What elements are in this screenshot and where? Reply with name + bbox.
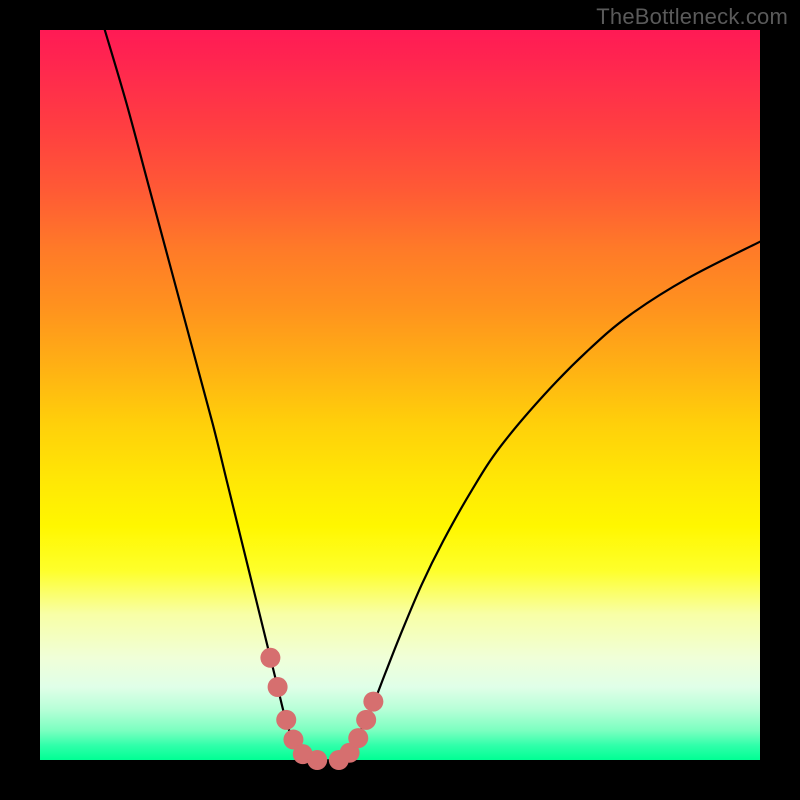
bottleneck-curve [105, 30, 760, 761]
watermark-text: TheBottleneck.com [596, 4, 788, 30]
highlight-dot [356, 710, 376, 730]
chart-container: TheBottleneck.com [0, 0, 800, 800]
highlight-dot [268, 677, 288, 697]
highlight-dot [307, 750, 327, 770]
curve-svg [40, 30, 760, 760]
highlight-dot [348, 728, 368, 748]
highlight-dot [260, 648, 280, 668]
plot-area [40, 30, 760, 760]
highlight-dot [276, 710, 296, 730]
highlight-dot [363, 692, 383, 712]
